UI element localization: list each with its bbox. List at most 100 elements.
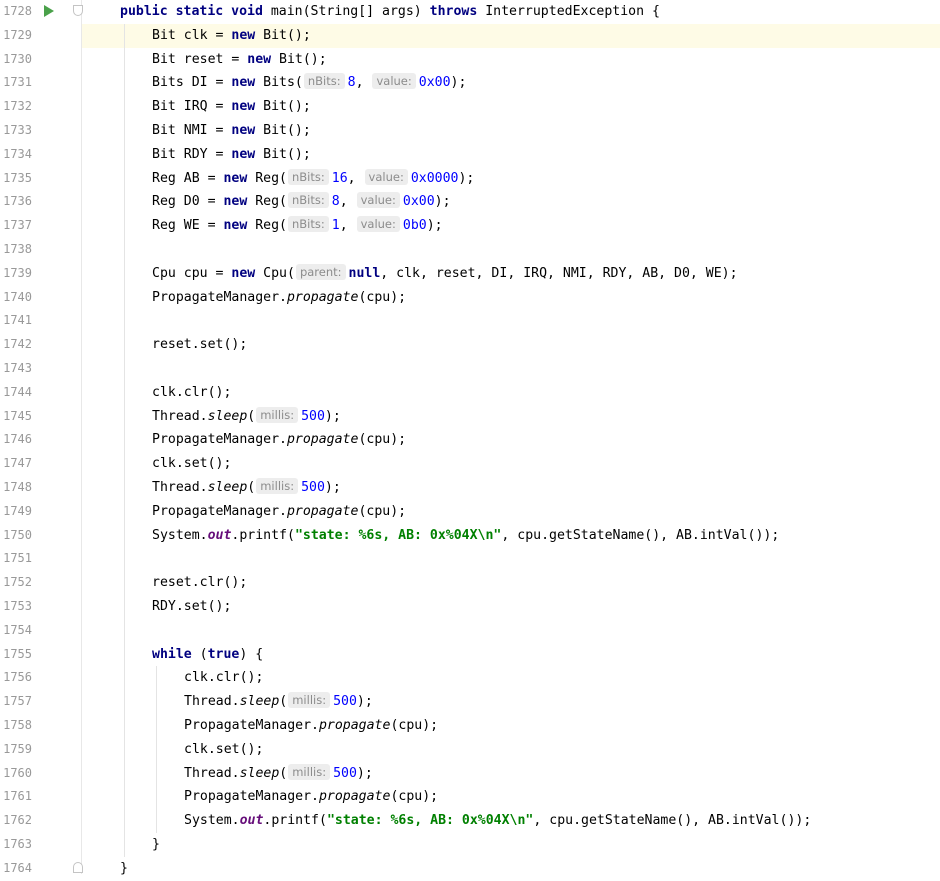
code-line[interactable]: 1752 reset.clr(); [0,571,940,595]
code-text[interactable]: Thread.sleep(millis: 500); [184,762,373,786]
code-line[interactable]: 1730 Bit reset = new Bit(); [0,47,940,72]
code-line[interactable]: 1760 Thread.sleep(millis: 500); [0,761,940,786]
line-number[interactable]: 1757 [0,690,32,714]
code-line-content[interactable]: PropagateManager.propagate(cpu); [82,785,940,810]
line-number[interactable]: 1750 [0,524,32,548]
code-line-content[interactable] [82,309,940,334]
code-line[interactable]: 1750 System.out.printf("state: %6s, AB: 0… [0,523,940,548]
code-line[interactable]: 1732 Bit IRQ = new Bit(); [0,95,940,119]
code-text[interactable]: Bit IRQ = new Bit(); [152,95,311,119]
line-number[interactable]: 1760 [0,762,32,786]
code-line[interactable]: 1729 Bit clk = new Bit(); [0,23,940,48]
code-text[interactable]: PropagateManager.propagate(cpu); [184,714,438,738]
code-line-content[interactable]: clk.clr(); [82,380,940,405]
code-text[interactable]: Bit clk = new Bit(); [152,24,311,48]
code-text[interactable]: System.out.printf("state: %6s, AB: 0x%04… [152,524,779,548]
line-number[interactable]: 1742 [0,333,32,357]
code-line[interactable]: 1753 RDY.set(); [0,595,940,619]
code-line[interactable]: 1762 System.out.printf("state: %6s, AB: 0… [0,809,940,833]
code-line-content[interactable]: } [82,857,940,881]
code-line[interactable]: 1758 PropagateManager.propagate(cpu); [0,714,940,738]
code-text[interactable]: clk.set(); [184,738,263,762]
code-line-content[interactable]: reset.set(); [82,333,940,357]
line-number[interactable]: 1744 [0,381,32,405]
code-text[interactable]: System.out.printf("state: %6s, AB: 0x%04… [184,809,811,833]
line-number[interactable]: 1745 [0,405,32,429]
line-number[interactable]: 1739 [0,262,32,286]
code-text[interactable]: Bit NMI = new Bit(); [152,119,311,143]
line-number[interactable]: 1732 [0,95,32,119]
code-line-content[interactable]: Cpu cpu = new Cpu(parent: null, clk, rese… [82,261,940,286]
line-number[interactable]: 1733 [0,119,32,143]
line-number[interactable]: 1731 [0,71,32,95]
code-line[interactable]: 1734 Bit RDY = new Bit(); [0,142,940,167]
code-text[interactable]: } [120,857,128,881]
code-line[interactable]: 1743 [0,357,940,381]
code-text[interactable]: reset.set(); [152,333,247,357]
line-number[interactable]: 1762 [0,809,32,833]
code-line-content[interactable]: Bit IRQ = new Bit(); [82,95,940,119]
code-line[interactable]: 1749 PropagateManager.propagate(cpu); [0,499,940,524]
line-number[interactable]: 1746 [0,428,32,452]
code-line-content[interactable]: } [82,833,940,857]
code-line-content[interactable]: Bit reset = new Bit(); [82,47,940,72]
code-line[interactable]: 1742 reset.set(); [0,333,940,357]
code-line-content[interactable] [82,357,940,381]
code-line-content[interactable] [82,238,940,262]
line-number[interactable]: 1754 [0,619,32,643]
line-number[interactable]: 1755 [0,643,32,667]
line-number[interactable]: 1729 [0,24,32,48]
code-line-content[interactable]: PropagateManager.propagate(cpu); [82,285,940,310]
code-text[interactable]: clk.clr(); [152,381,231,405]
code-line[interactable]: 1761 PropagateManager.propagate(cpu); [0,785,940,810]
code-line[interactable]: 1745 Thread.sleep(millis: 500); [0,404,940,429]
code-line[interactable]: 1759 clk.set(); [0,737,940,762]
line-number[interactable]: 1751 [0,547,32,571]
code-line[interactable]: 1763} [0,833,940,857]
code-line[interactable]: 1748 Thread.sleep(millis: 500); [0,476,940,500]
code-line-content[interactable]: Bit clk = new Bit(); [82,23,940,48]
code-text[interactable]: } [152,833,160,857]
code-line[interactable]: 1757 Thread.sleep(millis: 500); [0,690,940,714]
code-line[interactable]: 1733 Bit NMI = new Bit(); [0,119,940,143]
code-line-content[interactable]: Thread.sleep(millis: 500); [82,761,940,786]
code-text[interactable]: Cpu cpu = new Cpu(parent: null, clk, rese… [152,262,738,286]
run-gutter-icon[interactable] [44,5,54,17]
code-text[interactable]: Thread.sleep(millis: 500); [152,405,341,429]
line-number[interactable]: 1736 [0,190,32,214]
code-line-content[interactable]: System.out.printf("state: %6s, AB: 0x%04… [82,809,940,833]
code-line-content[interactable]: clk.clr(); [82,666,940,691]
code-line[interactable]: 1747 clk.set(); [0,452,940,476]
line-number[interactable]: 1740 [0,286,32,310]
code-line-content[interactable]: PropagateManager.propagate(cpu); [82,714,940,738]
code-text[interactable]: while (true) { [152,643,263,667]
code-line[interactable]: 1737 Reg WE = new Reg(nBits: 1, value: 0b0)… [0,214,940,238]
code-line[interactable]: 1756 clk.clr(); [0,666,940,691]
code-line[interactable]: 1740 PropagateManager.propagate(cpu); [0,285,940,310]
code-line-content[interactable]: while (true) { [82,642,940,667]
line-number[interactable]: 1752 [0,571,32,595]
code-line-content[interactable]: Bits DI = new Bits(nBits: 8, value: 0x00); [82,71,940,96]
code-line[interactable]: 1736 Reg D0 = new Reg(nBits: 8, value: 0x00… [0,190,940,215]
code-text[interactable]: reset.clr(); [152,571,247,595]
line-number[interactable]: 1730 [0,48,32,72]
line-number[interactable]: 1743 [0,357,32,381]
line-number[interactable]: 1758 [0,714,32,738]
code-line-content[interactable]: System.out.printf("state: %6s, AB: 0x%04… [82,523,940,548]
code-line[interactable]: 1751 [0,547,940,572]
code-line[interactable]: 1731 Bits DI = new Bits(nBits: 8, value: 0x… [0,71,940,96]
code-text[interactable]: PropagateManager.propagate(cpu); [152,500,406,524]
line-number[interactable]: 1735 [0,167,32,191]
code-text[interactable]: Reg WE = new Reg(nBits: 1, value: 0b0); [152,214,443,238]
line-number[interactable]: 1734 [0,143,32,167]
code-line-content[interactable]: Reg D0 = new Reg(nBits: 8, value: 0x00); [82,190,940,215]
code-line-content[interactable]: Thread.sleep(millis: 500); [82,404,940,429]
code-line-content[interactable]: clk.set(); [82,452,940,476]
code-text[interactable]: clk.clr(); [184,666,263,690]
code-line[interactable]: 1739 Cpu cpu = new Cpu(parent: null, clk, … [0,261,940,286]
code-line[interactable]: 1764} [0,857,940,881]
line-number[interactable]: 1747 [0,452,32,476]
line-number[interactable]: 1764 [0,857,32,881]
code-text[interactable]: clk.set(); [152,452,231,476]
code-line-content[interactable]: RDY.set(); [82,595,940,619]
